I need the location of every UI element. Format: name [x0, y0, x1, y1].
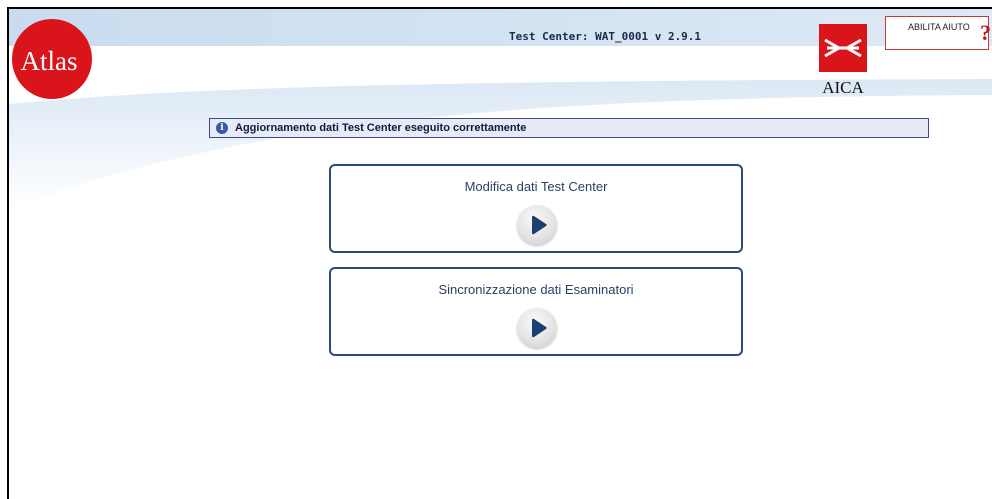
play-icon[interactable] — [517, 308, 557, 348]
atlas-logo: Atlas — [12, 19, 92, 99]
help-toggle-label: ABILITA AIUTO — [908, 22, 970, 32]
status-message: i Aggiornamento dati Test Center eseguit… — [209, 118, 929, 138]
app-window: Test Center: WAT_0001 v 2.9.1 Atlas AICA… — [7, 7, 992, 499]
sincronizzazione-label: Sincronizzazione dati Esaminatori — [438, 282, 634, 297]
atlas-logo-text: Atlas — [21, 46, 78, 76]
status-message-text: Aggiornamento dati Test Center eseguito … — [235, 122, 527, 134]
info-icon: i — [216, 122, 228, 134]
aica-logo-text: AICA — [822, 78, 864, 97]
sincronizzazione-button[interactable]: Sincronizzazione dati Esaminatori — [329, 267, 743, 356]
help-toggle-button[interactable]: ABILITA AIUTO ? — [885, 16, 991, 50]
question-mark-icon: ? — [980, 20, 991, 45]
aica-logo: AICA — [819, 24, 867, 97]
play-icon[interactable] — [517, 205, 557, 245]
page-title: Test Center: WAT_0001 v 2.9.1 — [509, 30, 702, 43]
modifica-dati-button[interactable]: Modifica dati Test Center — [329, 164, 743, 253]
modifica-dati-label: Modifica dati Test Center — [464, 179, 608, 194]
